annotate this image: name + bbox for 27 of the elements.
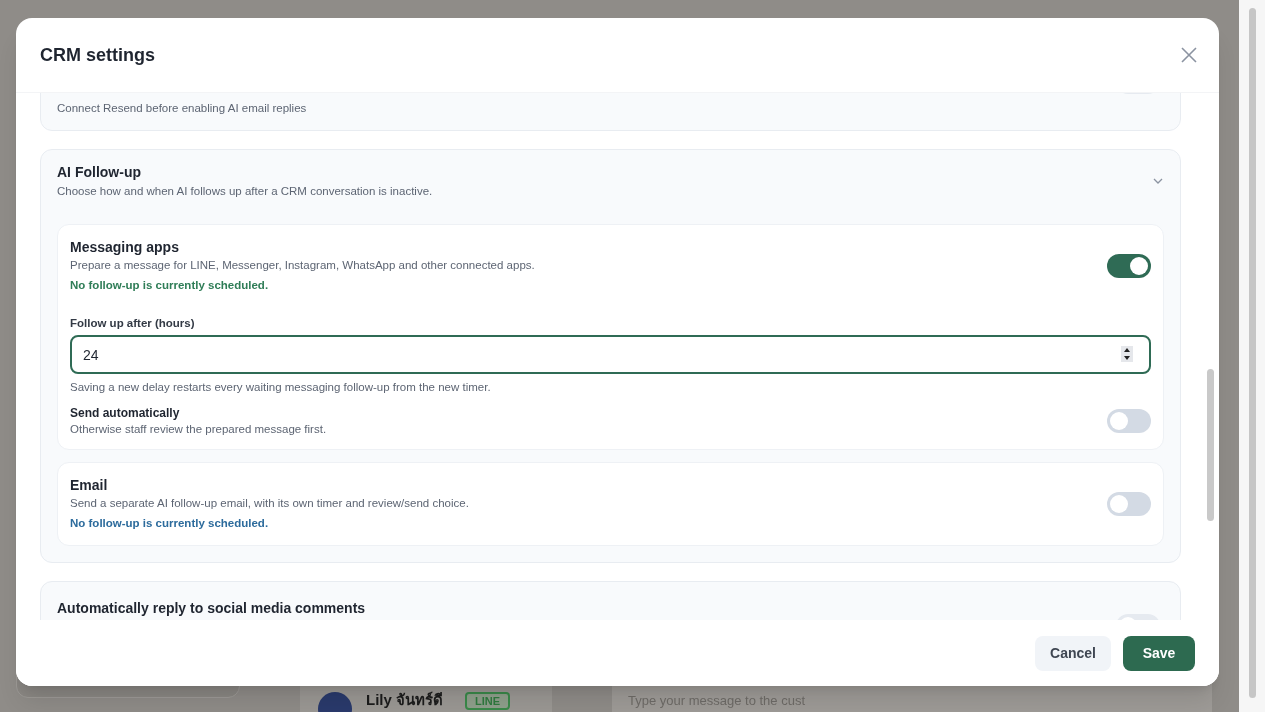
close-icon[interactable] bbox=[1181, 47, 1197, 63]
contact-name: Lily จันทร์ดี bbox=[366, 690, 443, 710]
channel-description: Send a separate AI follow-up email, with its own timer and review/send choice. bbox=[70, 496, 469, 511]
toggle-switch[interactable] bbox=[1107, 254, 1151, 278]
status-text: No follow-up is currently scheduled. bbox=[70, 278, 270, 293]
card-title: AI Follow-up bbox=[57, 163, 142, 182]
toggle-switch[interactable] bbox=[1107, 409, 1151, 433]
dialog-title: CRM settings bbox=[40, 43, 155, 67]
channel-badge: LINE bbox=[465, 692, 511, 710]
field-hint: Saving a new delay restarts every waiting messaging follow-up from the new timer. bbox=[70, 380, 492, 395]
card-title: Automatically reply to social media comments bbox=[57, 599, 366, 618]
status-text: No follow-up is currently scheduled. bbox=[70, 516, 270, 531]
save-button[interactable]: Save bbox=[1123, 635, 1195, 671]
toggle-switch[interactable] bbox=[1107, 492, 1151, 516]
accordion-header[interactable]: AI Follow-up Choose how and when AI follows up after a CRM conversation is inactive. bbox=[57, 162, 1164, 200]
field-label: Follow up after (hours) bbox=[70, 316, 196, 331]
option-title: Send automatically bbox=[70, 405, 181, 421]
cancel-button[interactable]: Cancel bbox=[1035, 635, 1111, 671]
channel-title: Messaging apps bbox=[70, 238, 180, 257]
hours-input[interactable]: 24 bbox=[70, 335, 1151, 374]
stepper-icon[interactable] bbox=[1121, 346, 1133, 362]
channel-title: Email bbox=[70, 476, 109, 495]
scrollbar-thumb[interactable] bbox=[1207, 369, 1214, 521]
option-description: Otherwise staff review the prepared message first. bbox=[70, 422, 327, 437]
card-description: Connect Resend before enabling AI email replies bbox=[57, 101, 307, 116]
channel-description: Prepare a message for LINE, Messenger, Instagram, WhatsApp and other connected apps. bbox=[70, 258, 535, 273]
card-description: Choose how and when AI follows up after a CRM conversation is inactive. bbox=[57, 184, 433, 199]
